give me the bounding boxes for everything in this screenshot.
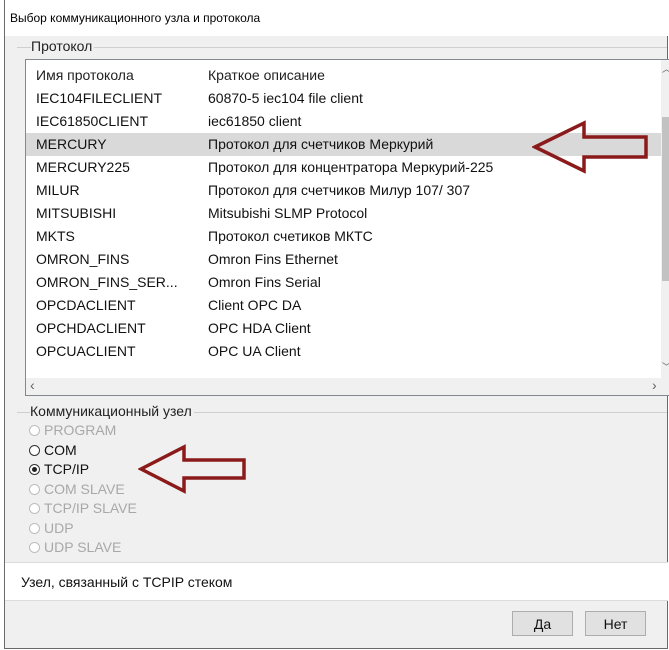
annotation-arrow-protocol — [532, 120, 648, 174]
protocol-group-border — [17, 47, 667, 48]
cancel-button[interactable]: Нет — [585, 611, 646, 636]
scroll-left-icon[interactable]: ‹ — [30, 377, 35, 393]
list-item[interactable]: MILUR Протокол для счетчиков Милур 107/ 3… — [26, 179, 666, 202]
radio-option: PROGRAM — [29, 422, 116, 440]
node-group-label: Коммуникационный узел — [30, 403, 194, 419]
list-header[interactable]: Имя протокола Краткое описание — [26, 64, 666, 87]
protocol-name: OPCHDACLIENT — [36, 320, 146, 336]
list-item[interactable]: OMRON_FINS_SER... Omron Fins Serial — [26, 271, 666, 294]
title-bar: Выбор коммуникационного узла и протокола — [5, 0, 669, 36]
protocol-description: Протокол для счетчиков Меркурий — [208, 136, 434, 152]
list-item-partial: ▬▬▬▬ ▬▬▬▬▬▬▬▬▬▬▬▬▬ — [26, 363, 666, 377]
protocol-description: 60870-5 iec104 file client — [208, 90, 363, 106]
protocol-name: MERCURY — [36, 136, 107, 152]
radio-unchecked-icon — [29, 542, 40, 553]
protocol-name: MILUR — [36, 182, 80, 198]
radio-label: UDP SLAVE — [44, 539, 122, 555]
protocol-list[interactable]: Имя протокола Краткое описание IEC104FIL… — [25, 59, 669, 396]
dialog-window: Выбор коммуникационного узла и протокола… — [4, 0, 669, 649]
protocol-name: MERCURY225 — [36, 159, 130, 175]
status-text: Узел, связанный с TCPIP стеком — [21, 574, 233, 590]
radio-label: PROGRAM — [44, 422, 117, 438]
radio-option[interactable]: COM — [29, 442, 77, 460]
radio-label: COM SLAVE — [44, 480, 125, 497]
radio-unchecked-icon — [29, 425, 40, 436]
protocol-name: MITSUBISHI — [36, 205, 117, 221]
protocol-name: MKTS — [36, 228, 75, 244]
list-item[interactable]: IEC104FILECLIENT 60870-5 iec104 file clie… — [26, 87, 666, 110]
protocol-description: Omron Fins Ethernet — [208, 251, 338, 267]
radio-option: UDP SLAVE — [29, 539, 121, 557]
horizontal-scrollbar[interactable]: ‹ › — [26, 377, 669, 395]
protocol-name: OPCDACLIENT — [36, 297, 136, 313]
ok-button[interactable]: Да — [512, 611, 573, 636]
radio-label: TCP/IP SLAVE — [44, 500, 137, 516]
annotation-arrow-node — [138, 444, 246, 494]
radio-option: COM SLAVE — [29, 481, 125, 499]
protocol-description: Mitsubishi SLMP Protocol — [208, 205, 368, 221]
list-item[interactable]: MITSUBISHI Mitsubishi SLMP Protocol — [26, 202, 666, 225]
scroll-up-icon[interactable]: ︿ — [662, 62, 669, 75]
list-item[interactable]: OPCUACLIENT OPC UA Client — [26, 340, 666, 363]
protocol-description: Протокол счетиков МКТС — [208, 228, 373, 244]
scroll-right-icon[interactable]: › — [652, 377, 657, 393]
column-header-description[interactable]: Краткое описание — [208, 67, 325, 83]
radio-option: TCP/IP SLAVE — [29, 500, 137, 518]
radio-option: UDP — [29, 520, 74, 538]
list-item[interactable]: OMRON_FINS Omron Fins Ethernet — [26, 248, 666, 271]
list-item[interactable]: MKTS Протокол счетиков МКТС — [26, 225, 666, 248]
radio-unchecked-icon[interactable] — [29, 444, 40, 456]
partial-row-text: ▬▬▬▬▬▬▬▬▬▬▬▬▬ — [208, 371, 390, 377]
protocol-description: OPC UA Client — [208, 343, 301, 359]
radio-unchecked-icon — [29, 503, 40, 514]
column-header-name[interactable]: Имя протокола — [36, 67, 134, 83]
radio-option[interactable]: TCP/IP — [29, 461, 89, 479]
list-item[interactable]: OPCHDACLIENT OPC HDA Client — [26, 317, 666, 340]
protocol-description: Client OPC DA — [208, 297, 302, 313]
list-item[interactable]: OPCDACLIENT Client OPC DA — [26, 294, 666, 317]
vertical-scroll-thumb[interactable] — [662, 117, 669, 281]
protocol-description: Omron Fins Serial — [208, 274, 321, 290]
protocol-description: iec61850 client — [208, 113, 302, 129]
protocol-description: Протокол для концентратора Меркурий-225 — [208, 159, 494, 175]
radio-label: TCP/IP — [44, 461, 90, 477]
protocol-group-label: Протокол — [31, 38, 95, 54]
radio-label: COM — [44, 441, 77, 458]
status-bar: Узел, связанный с TCPIP стеком — [5, 562, 668, 601]
vertical-scrollbar[interactable]: ︿ ﹀ — [661, 60, 669, 378]
protocol-name: OMRON_FINS_SER... — [36, 274, 178, 290]
radio-unchecked-icon — [29, 522, 40, 534]
protocol-description: Протокол для счетчиков Милур 107/ 307 — [208, 182, 471, 198]
radio-checked-icon[interactable] — [29, 464, 40, 475]
protocol-name: IEC61850CLIENT — [36, 113, 149, 129]
protocol-name: IEC104FILECLIENT — [36, 90, 163, 106]
protocol-name: OMRON_FINS — [36, 251, 130, 267]
protocol-name: OPCUACLIENT — [36, 343, 136, 359]
radio-label: UDP — [44, 519, 74, 536]
window-title: Выбор коммуникационного узла и протокола — [10, 11, 261, 25]
partial-row-text: ▬▬▬▬ — [36, 371, 92, 377]
scroll-down-icon[interactable]: ﹀ — [662, 360, 669, 373]
radio-unchecked-icon — [29, 483, 40, 495]
protocol-description: OPC HDA Client — [208, 320, 311, 336]
